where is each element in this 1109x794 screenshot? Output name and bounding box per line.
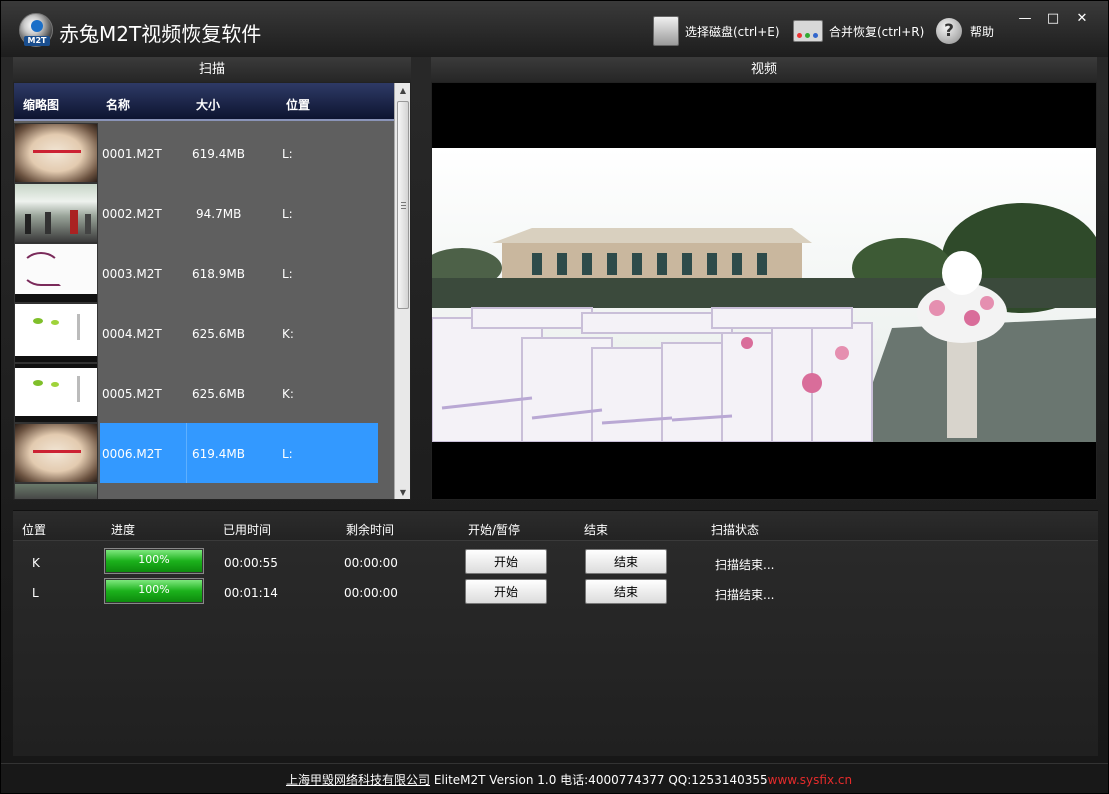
column-remaining-time: 剩余时间: [346, 523, 395, 537]
progress-row: K 100% 00:00:55 00:00:00 开始 结束 扫描结束...: [13, 548, 1098, 578]
thumbnail-image: [14, 363, 98, 423]
row-elapsed: 00:00:55: [224, 556, 278, 570]
row-elapsed: 00:01:14: [224, 586, 278, 600]
scroll-down-arrow-icon[interactable]: ▼: [395, 485, 410, 499]
start-button[interactable]: 开始: [465, 549, 547, 574]
help-icon: ?: [936, 18, 962, 44]
row-status: 扫描结束...: [715, 558, 775, 572]
file-location: K:: [282, 387, 294, 401]
column-size[interactable]: 大小: [196, 96, 220, 113]
file-row[interactable]: 0004.M2T 625.6MB K:: [14, 303, 395, 363]
video-frame-image: [432, 148, 1096, 443]
column-end: 结束: [584, 523, 609, 537]
maximize-button[interactable]: □: [1040, 9, 1066, 29]
scroll-thumb[interactable]: [397, 101, 409, 309]
file-row-selected[interactable]: 0006.M2T 619.4MB L:: [14, 423, 395, 483]
app-window: M2T 赤兔M2T视频恢复软件 选择磁盘(ctrl+E) 合并恢复(ctrl+R…: [0, 0, 1109, 794]
progress-bar: 100%: [104, 548, 204, 574]
column-start-pause: 开始/暂停: [468, 523, 521, 537]
file-name: 0005.M2T: [102, 387, 162, 401]
column-location[interactable]: 位置: [286, 96, 310, 113]
video-panel-title: 视频: [431, 57, 1097, 83]
file-name: 0002.M2T: [102, 207, 162, 221]
column-thumbnail[interactable]: 缩略图: [23, 96, 59, 113]
app-logo-badge: M2T: [24, 36, 50, 46]
file-location: L:: [282, 447, 293, 461]
select-disk-button[interactable]: 选择磁盘(ctrl+E): [653, 15, 780, 47]
thumbnail-image: [14, 303, 98, 363]
progress-bar: 100%: [104, 578, 204, 604]
file-location: L:: [282, 207, 293, 221]
merge-recover-icon: [793, 20, 823, 42]
file-size: 94.7MB: [196, 207, 242, 221]
thumbnail-image: [14, 183, 98, 243]
merge-recover-label: 合并恢复(ctrl+R): [829, 24, 925, 39]
progress-table-header: 位置 进度 已用时间 剩余时间 开始/暂停 结束 扫描状态: [13, 511, 1098, 541]
video-frame-svg: [432, 148, 1096, 443]
row-remaining: 00:00:00: [344, 586, 398, 600]
scroll-up-arrow-icon[interactable]: ▲: [395, 83, 410, 99]
file-location: K:: [282, 327, 294, 341]
video-preview-panel: [431, 82, 1097, 500]
file-name: 0003.M2T: [102, 267, 162, 281]
file-list[interactable]: 0001.M2T 619.4MB L: 0002.M2T 94.7MB L: 0…: [14, 123, 395, 499]
thumbnail-image: [14, 483, 98, 499]
file-size: 619.4MB: [192, 147, 245, 161]
app-logo-icon: M2T: [19, 13, 53, 47]
file-name: 0006.M2T: [102, 447, 162, 461]
start-button[interactable]: 开始: [465, 579, 547, 604]
file-size: 625.6MB: [192, 387, 245, 401]
file-row-partial[interactable]: [14, 483, 395, 499]
progress-row: L 100% 00:01:14 00:00:00 开始 结束 扫描结束...: [13, 578, 1098, 608]
scan-panel-title: 扫描: [13, 57, 411, 83]
progress-percent: 100%: [138, 553, 170, 566]
file-row[interactable]: 0002.M2T 94.7MB L:: [14, 183, 395, 243]
file-row[interactable]: 0005.M2T 625.6MB K:: [14, 363, 395, 423]
thumbnail-image: [14, 243, 98, 303]
scan-file-list-panel: 缩略图 名称 大小 位置 0001.M2T 619.4MB L: 0002.M2…: [13, 82, 411, 500]
scan-progress-area: 位置 进度 已用时间 剩余时间 开始/暂停 结束 扫描状态 K 100% 00:…: [13, 510, 1098, 756]
thumbnail-image: [14, 423, 98, 483]
column-progress: 进度: [111, 523, 136, 537]
file-size: 618.9MB: [192, 267, 245, 281]
column-name[interactable]: 名称: [106, 96, 130, 113]
column-scan-status: 扫描状态: [711, 523, 760, 537]
title-bar: M2T 赤兔M2T视频恢复软件 选择磁盘(ctrl+E) 合并恢复(ctrl+R…: [1, 1, 1108, 57]
column-elapsed-time: 已用时间: [223, 523, 272, 537]
help-label: 帮助: [970, 24, 995, 39]
row-remaining: 00:00:00: [344, 556, 398, 570]
file-name: 0004.M2T: [102, 327, 162, 341]
file-size: 619.4MB: [192, 447, 245, 461]
file-list-header: 缩略图 名称 大小 位置: [14, 83, 395, 121]
select-disk-label: 选择磁盘(ctrl+E): [685, 24, 780, 39]
footer-text: 上海甲毁网络科技有限公司 EliteM2T Version 1.0 电话:400…: [286, 771, 852, 788]
close-button[interactable]: ✕: [1069, 9, 1095, 29]
row-location: L: [32, 586, 39, 600]
footer-bar: 上海甲毁网络科技有限公司 EliteM2T Version 1.0 电话:400…: [1, 763, 1108, 793]
company-link[interactable]: 上海甲毁网络科技有限公司: [286, 773, 430, 787]
row-status: 扫描结束...: [715, 588, 775, 602]
end-button[interactable]: 结束: [585, 549, 667, 574]
progress-percent: 100%: [138, 583, 170, 596]
end-button[interactable]: 结束: [585, 579, 667, 604]
disk-icon: [653, 16, 679, 46]
minimize-button[interactable]: —: [1012, 9, 1038, 29]
file-location: L:: [282, 147, 293, 161]
footer-info: EliteM2T Version 1.0 电话:4000774377 QQ:12…: [430, 773, 768, 787]
help-button[interactable]: ? 帮助: [936, 15, 994, 47]
row-location: K: [32, 556, 40, 570]
file-name: 0001.M2T: [102, 147, 162, 161]
file-size: 625.6MB: [192, 327, 245, 341]
merge-recover-button[interactable]: 合并恢复(ctrl+R): [793, 15, 924, 47]
column-location: 位置: [22, 523, 47, 537]
thumbnail-image: [14, 123, 98, 183]
website-link[interactable]: www.sysfix.cn: [768, 773, 852, 787]
file-location: L:: [282, 267, 293, 281]
app-title: 赤兔M2T视频恢复软件: [59, 22, 262, 46]
file-list-scrollbar[interactable]: ▲ ▼: [394, 83, 410, 499]
file-row[interactable]: 0001.M2T 619.4MB L:: [14, 123, 395, 183]
file-row[interactable]: 0003.M2T 618.9MB L:: [14, 243, 395, 303]
